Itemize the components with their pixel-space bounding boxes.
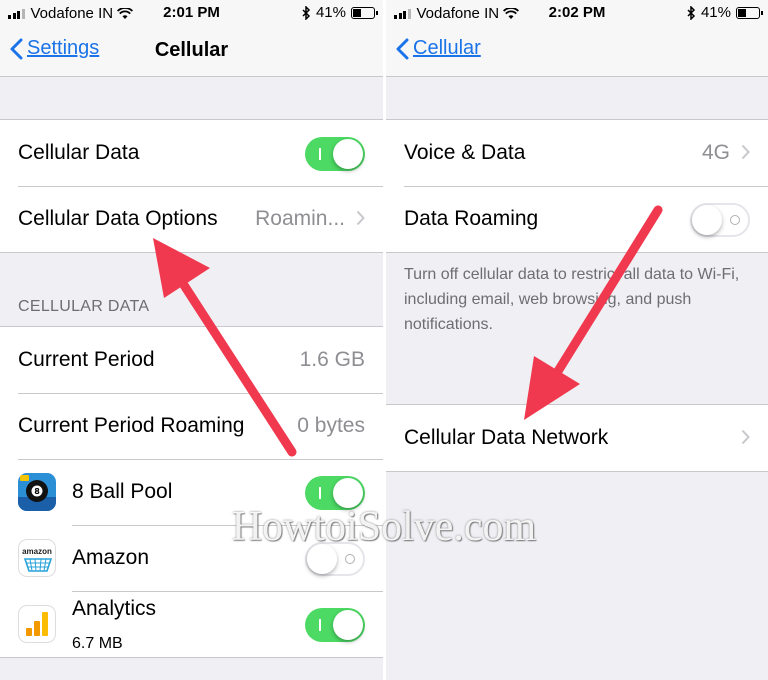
arrow-left	[153, 238, 297, 457]
annotation-arrows	[153, 205, 663, 457]
watermark: HowtoiSolve.com	[231, 504, 537, 550]
arrow-right	[524, 205, 663, 420]
